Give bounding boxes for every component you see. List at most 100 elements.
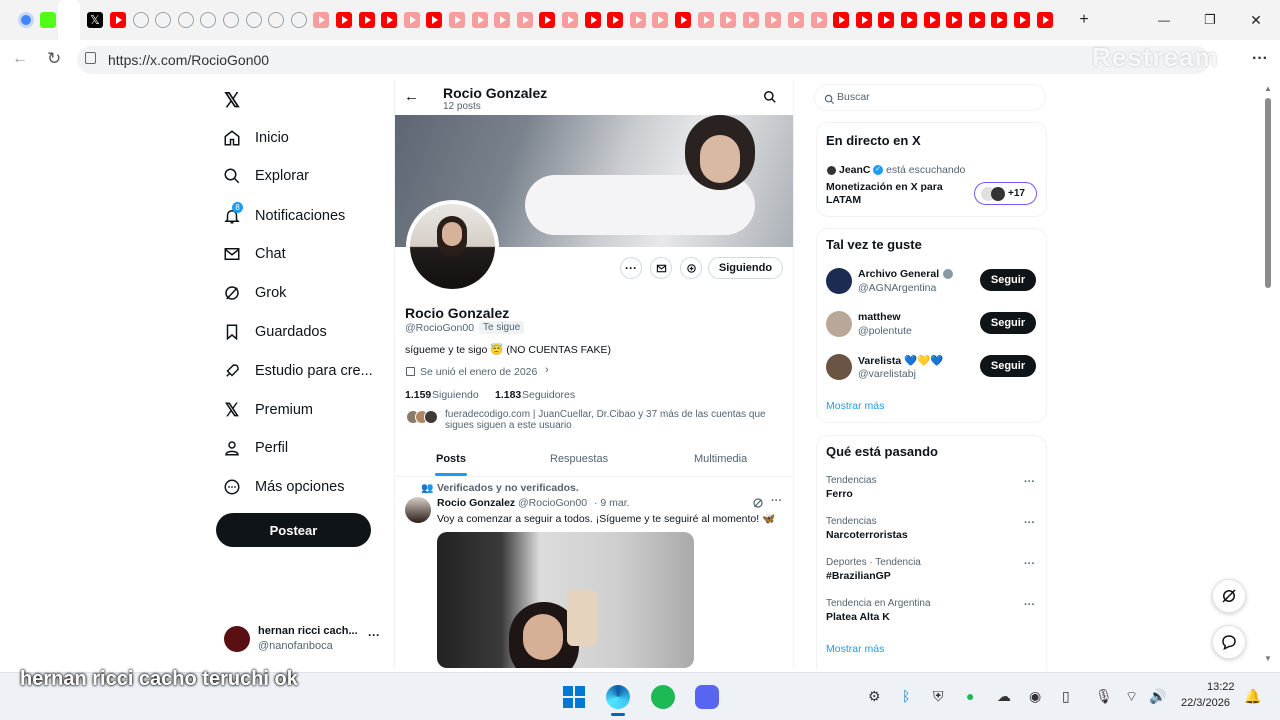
- globe-tab-icon[interactable]: [177, 12, 194, 28]
- tray-icon[interactable]: ⚙: [868, 688, 881, 705]
- account-more-icon[interactable]: ···: [368, 628, 380, 642]
- youtube-tab-icon[interactable]: [878, 12, 895, 28]
- youtube-tab-icon[interactable]: [742, 12, 759, 28]
- youtube-tab-icon[interactable]: [923, 12, 940, 28]
- tab-multimedia[interactable]: Multimedia: [694, 453, 747, 465]
- following-label[interactable]: Siguiendo: [432, 389, 479, 401]
- scroll-down-arrow[interactable]: ▼: [1264, 654, 1272, 663]
- restore-button[interactable]: ❐: [1200, 10, 1220, 30]
- spotify-icon[interactable]: [651, 685, 675, 709]
- following-button[interactable]: Siguiendo: [708, 257, 783, 279]
- suggestion-name[interactable]: Archivo General: [858, 268, 939, 280]
- suggestion-handle[interactable]: @AGNArgentina: [858, 282, 936, 294]
- discord-icon[interactable]: [695, 685, 719, 709]
- following-count[interactable]: 1.159: [405, 389, 431, 401]
- discord-tray-icon[interactable]: ◉: [1029, 688, 1041, 705]
- globe-tab-icon[interactable]: [290, 12, 307, 28]
- windows-start-icon[interactable]: [562, 685, 586, 709]
- globe-tab-icon[interactable]: [268, 12, 285, 28]
- active-tab[interactable]: [58, 0, 80, 40]
- nav-grok[interactable]: Grok: [220, 281, 286, 305]
- suggestion-name[interactable]: matthew: [858, 311, 901, 323]
- search-box[interactable]: Buscar: [814, 84, 1046, 111]
- youtube-tab-icon[interactable]: [810, 12, 827, 28]
- nav-chat[interactable]: Chat: [220, 242, 286, 266]
- tab-respuestas[interactable]: Respuestas: [550, 453, 608, 465]
- back-arrow-icon[interactable]: ←: [404, 88, 419, 105]
- post-more-icon[interactable]: ···: [771, 495, 782, 507]
- message-button[interactable]: [650, 257, 672, 279]
- show-more-link[interactable]: Mostrar más: [826, 400, 884, 412]
- youtube-tab-icon[interactable]: [358, 12, 375, 28]
- youtube-tab-icon[interactable]: [833, 12, 850, 28]
- youtube-tab-icon[interactable]: [855, 12, 872, 28]
- spotify-tray-icon[interactable]: ●: [966, 688, 974, 704]
- trend-name[interactable]: Ferro: [826, 488, 853, 500]
- nav-inicio[interactable]: Inicio: [220, 126, 289, 150]
- new-tab-button[interactable]: +: [1074, 10, 1094, 30]
- globe-tab-icon[interactable]: [245, 12, 262, 28]
- trend-more-icon[interactable]: ···: [1024, 558, 1035, 570]
- youtube-tab-icon[interactable]: [901, 12, 917, 28]
- reload-icon[interactable]: ↻: [47, 49, 61, 69]
- suggestion-name[interactable]: Varelista 💙💛💙: [858, 354, 943, 367]
- url-text[interactable]: https://x.com/RocioGon00: [108, 52, 269, 68]
- subscribe-button[interactable]: [680, 257, 702, 279]
- youtube-tab-icon[interactable]: [403, 12, 420, 28]
- profile-more-button[interactable]: ···: [620, 257, 642, 279]
- profile-avatar[interactable]: [406, 200, 499, 293]
- trend-more-icon[interactable]: ···: [1024, 599, 1035, 611]
- youtube-tab-icon[interactable]: [539, 12, 556, 28]
- youtube-tab-icon[interactable]: [562, 12, 578, 28]
- youtube-tab-icon[interactable]: [607, 12, 624, 28]
- youtube-tab-icon[interactable]: [1014, 12, 1030, 28]
- youtube-tab-icon[interactable]: [381, 12, 398, 28]
- space-title[interactable]: Monetización en X para LATAM: [826, 181, 966, 207]
- youtube-tab-icon[interactable]: [1036, 12, 1053, 28]
- grok-float-button[interactable]: [1212, 579, 1246, 613]
- youtube-tab-icon[interactable]: [584, 12, 601, 28]
- post-author-avatar[interactable]: [405, 497, 431, 523]
- youtube-tab-icon[interactable]: [720, 12, 737, 28]
- suggestion-avatar[interactable]: [826, 268, 852, 294]
- nav-explorar[interactable]: Explorar: [220, 164, 309, 188]
- bluetooth-icon[interactable]: ᛒ: [902, 688, 910, 704]
- show-more-link[interactable]: Mostrar más: [826, 643, 884, 655]
- volume-icon[interactable]: 🔊: [1149, 688, 1166, 705]
- youtube-tab-icon[interactable]: [426, 12, 443, 28]
- x-logo-icon[interactable]: 𝕏: [224, 88, 240, 113]
- youtube-tab-icon[interactable]: [968, 12, 985, 28]
- youtube-tab-icon[interactable]: [471, 12, 488, 28]
- youtube-tab-icon[interactable]: [946, 12, 963, 28]
- nav-mas-opciones[interactable]: Más opciones: [220, 475, 344, 499]
- youtube-tab-icon[interactable]: [765, 12, 782, 28]
- youtube-tab-icon[interactable]: [449, 12, 465, 28]
- chrome-icon[interactable]: [18, 12, 34, 28]
- follow-button[interactable]: Seguir: [980, 312, 1036, 334]
- clock-date[interactable]: 22/3/2026: [1181, 697, 1230, 709]
- globe-tab-icon[interactable]: [200, 12, 217, 28]
- youtube-tab-icon[interactable]: [336, 12, 352, 28]
- live-host[interactable]: JeanC: [839, 164, 871, 176]
- close-window-button[interactable]: ✕: [1246, 10, 1266, 30]
- youtube-tab-icon[interactable]: [697, 12, 714, 28]
- youtube-tab-icon[interactable]: [652, 12, 669, 28]
- followers-count[interactable]: 1.183: [495, 389, 521, 401]
- suggestion-avatar[interactable]: [826, 311, 852, 337]
- trend-name[interactable]: #BrazilianGP: [826, 570, 891, 582]
- clock-time[interactable]: 13:22: [1207, 681, 1235, 693]
- trend-more-icon[interactable]: ···: [1024, 517, 1035, 529]
- account-switcher[interactable]: hernan ricci cach... @nanofanboca ···: [220, 620, 385, 660]
- globe-tab-icon[interactable]: [223, 12, 239, 28]
- chevron-right-icon[interactable]: ›: [545, 364, 549, 376]
- onedrive-icon[interactable]: ☁: [997, 688, 1011, 705]
- youtube-tab-icon[interactable]: [675, 12, 691, 28]
- globe-tab-icon[interactable]: [155, 12, 172, 28]
- globe-tab-icon[interactable]: [132, 12, 149, 28]
- scroll-up-arrow[interactable]: ▲: [1264, 84, 1272, 93]
- nav-perfil[interactable]: Perfil: [220, 436, 288, 460]
- suggestion-avatar[interactable]: [826, 354, 852, 380]
- security-icon[interactable]: ⛨: [933, 688, 944, 705]
- back-icon[interactable]: ←: [12, 50, 28, 68]
- wifi-icon[interactable]: ⌔: [1125, 688, 1138, 706]
